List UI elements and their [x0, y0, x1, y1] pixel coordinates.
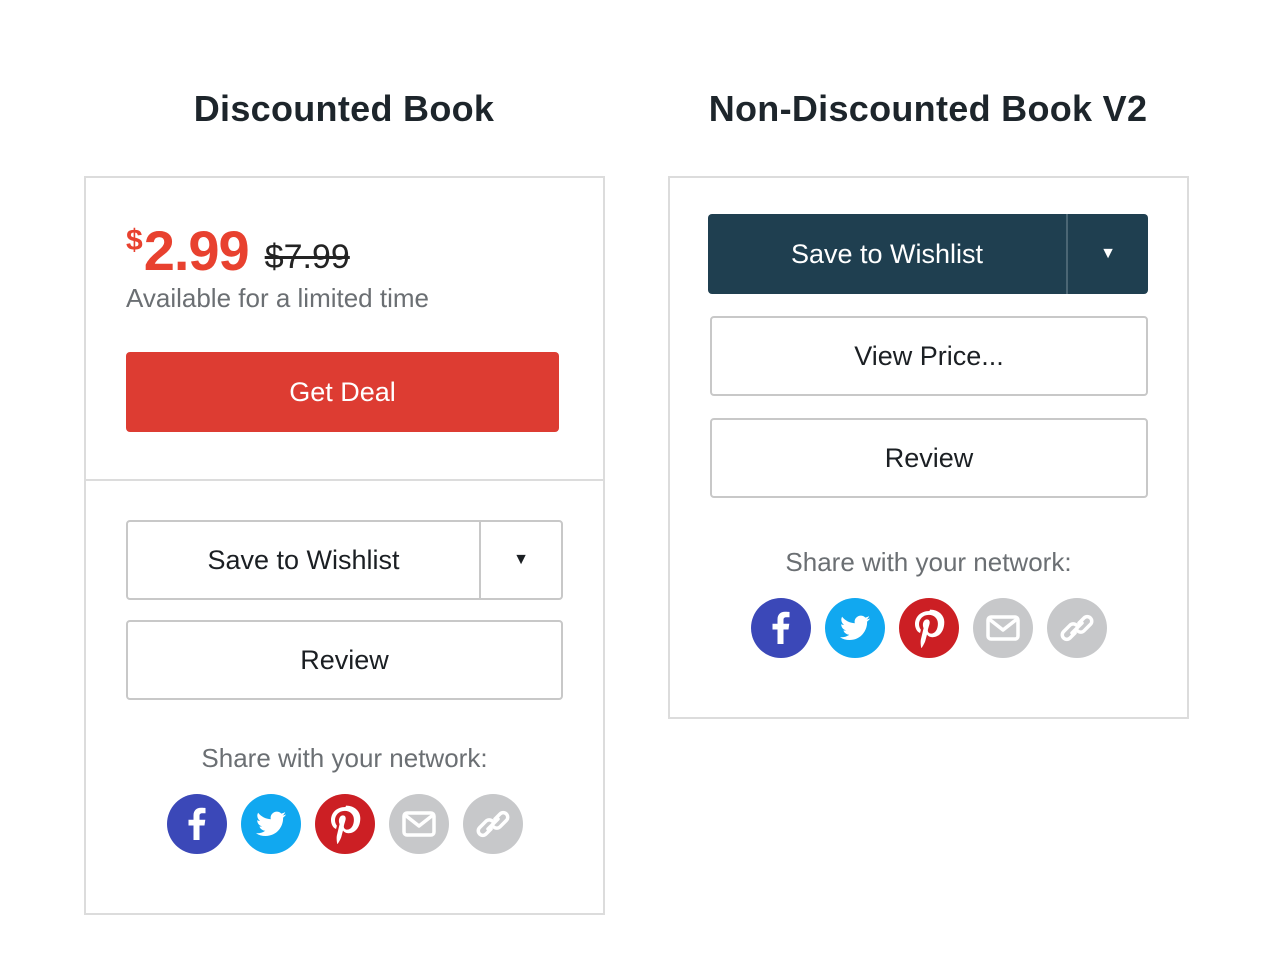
share-label: Share with your network:	[201, 743, 488, 773]
discounted-book-card: $ 2.99 $7.99 Available for a limited tim…	[84, 176, 605, 915]
sale-price: 2.99	[143, 219, 250, 282]
link-icon[interactable]	[1046, 598, 1107, 658]
pinterest-icon[interactable]	[314, 794, 375, 854]
share-icons	[86, 794, 603, 854]
email-icon[interactable]	[972, 598, 1033, 658]
share-icons	[670, 598, 1187, 658]
twitter-icon[interactable]	[240, 794, 301, 854]
review-button[interactable]: Review	[126, 620, 563, 700]
wishlist-dropdown-button[interactable]: ▼	[479, 522, 561, 598]
caret-down-icon: ▼	[513, 551, 529, 568]
discounted-book-title: Discounted Book	[193, 88, 495, 129]
price-row: $ 2.99 $7.99	[126, 220, 350, 282]
twitter-icon[interactable]	[824, 598, 885, 658]
wishlist-dropdown-button[interactable]: ▼	[1066, 214, 1148, 294]
get-deal-button[interactable]: Get Deal	[126, 352, 559, 432]
original-price: $7.99	[264, 238, 350, 276]
view-price-button[interactable]: View Price...	[710, 316, 1148, 396]
card-divider	[86, 479, 603, 481]
non-discounted-book-card: Save to Wishlist ▼ View Price... Review …	[668, 176, 1189, 719]
link-icon[interactable]	[462, 794, 523, 854]
availability-text: Available for a limited time	[126, 283, 429, 313]
facebook-icon[interactable]	[750, 598, 811, 658]
wishlist-split-button: Save to Wishlist ▼	[708, 214, 1148, 294]
share-label: Share with your network:	[785, 547, 1072, 577]
email-icon[interactable]	[388, 794, 449, 854]
wishlist-split-button: Save to Wishlist ▼	[126, 520, 563, 600]
non-discounted-book-title: Non-Discounted Book V2	[708, 88, 1148, 129]
price-currency-symbol: $	[126, 224, 143, 257]
facebook-icon[interactable]	[166, 794, 227, 854]
save-to-wishlist-button[interactable]: Save to Wishlist	[708, 214, 1066, 294]
pinterest-icon[interactable]	[898, 598, 959, 658]
review-button[interactable]: Review	[710, 418, 1148, 498]
caret-down-icon: ▼	[1100, 245, 1116, 262]
save-to-wishlist-button[interactable]: Save to Wishlist	[128, 522, 479, 598]
